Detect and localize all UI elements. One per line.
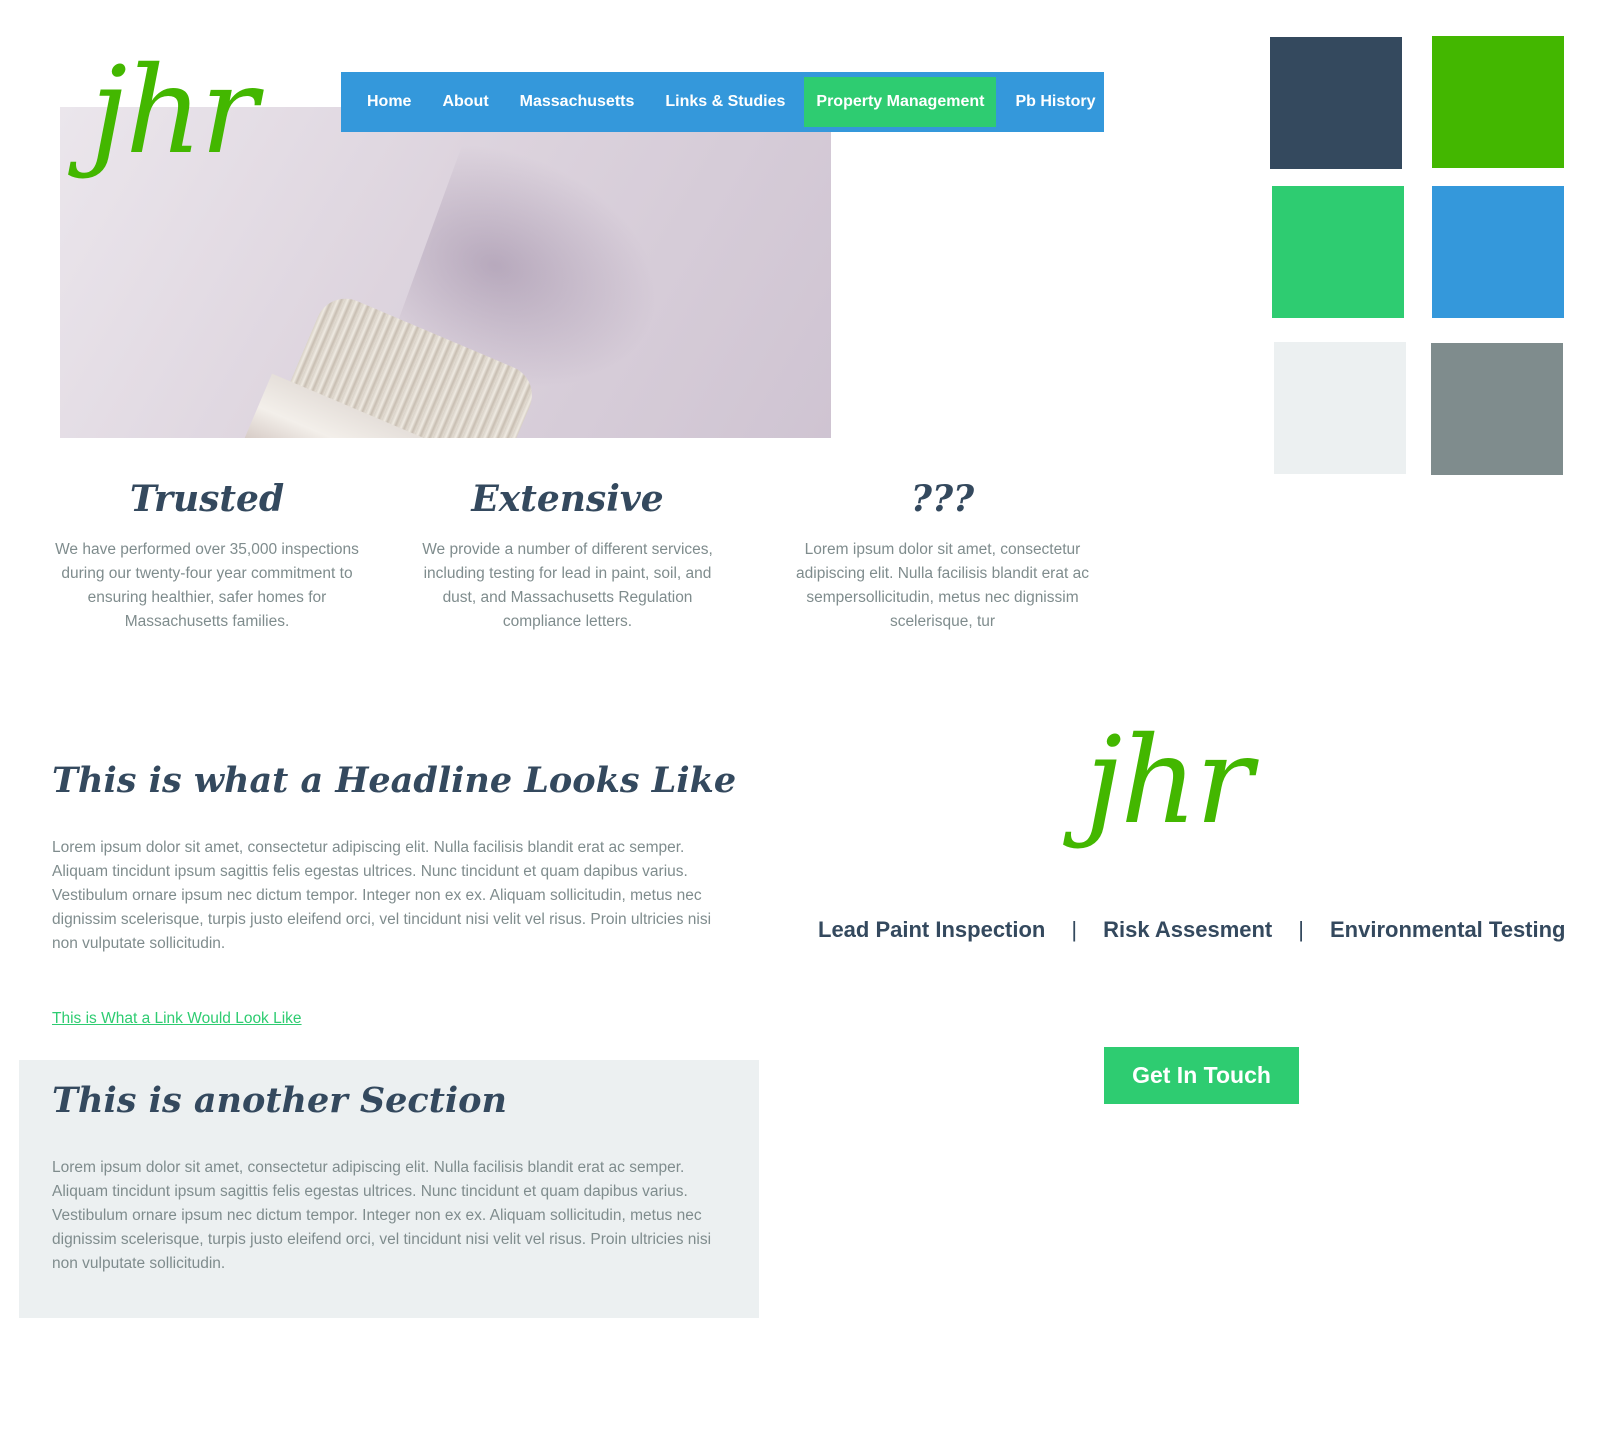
service-separator: |: [1298, 917, 1304, 942]
feature-title: Trusted: [129, 478, 285, 520]
nav-item-pb-history[interactable]: Pb History: [1003, 77, 1107, 127]
feature-extensive: Extensive We provide a number of differe…: [415, 478, 720, 634]
main-nav: Home About Massachusetts Links & Studies…: [341, 72, 1104, 132]
sample-link[interactable]: This is What a Link Would Look Like: [52, 1010, 302, 1028]
get-in-touch-button[interactable]: Get In Touch: [1104, 1047, 1299, 1104]
nav-item-home[interactable]: Home: [355, 77, 423, 127]
feature-text: We have performed over 35,000 inspection…: [55, 541, 359, 630]
section-paragraph: Lorem ipsum dolor sit amet, consectetur …: [52, 1159, 712, 1272]
nav-item-property-management[interactable]: Property Management: [804, 77, 997, 127]
nav-item-about[interactable]: About: [430, 77, 500, 127]
service-environmental-testing: Environmental Testing: [1329, 917, 1566, 942]
logo[interactable]: jhr: [90, 52, 258, 172]
headline: This is what a Headline Looks Like: [52, 760, 737, 801]
color-swatch-emerald: [1272, 186, 1404, 318]
service-lead-paint-inspection: Lead Paint Inspection: [818, 917, 1046, 942]
body-paragraph: Lorem ipsum dolor sit amet, consectetur …: [52, 839, 712, 952]
logo-large: jhr: [1085, 712, 1253, 851]
feature-unknown: ??? Lorem ipsum dolor sit amet, consecte…: [790, 478, 1095, 634]
nav-item-links-studies[interactable]: Links & Studies: [653, 77, 797, 127]
service-risk-assesment: Risk Assesment: [1103, 917, 1273, 942]
feature-trusted: Trusted We have performed over 35,000 in…: [42, 478, 372, 634]
section-headline: This is another Section: [52, 1080, 507, 1121]
services-line: Lead Paint Inspection | Risk Assesment |…: [818, 917, 1600, 943]
feature-title: ???: [910, 478, 975, 520]
color-swatch-bright-green: [1432, 36, 1564, 168]
gray-section: This is another Section Lorem ipsum dolo…: [19, 1060, 759, 1318]
feature-text: We provide a number of different service…: [422, 541, 713, 630]
nav-item-massachusetts[interactable]: Massachusetts: [508, 77, 647, 127]
feature-title: Extensive: [471, 478, 664, 520]
color-swatch-dark-blue: [1270, 37, 1402, 169]
service-separator: |: [1071, 917, 1078, 942]
color-swatch-blue: [1432, 186, 1564, 318]
color-swatch-light-gray: [1274, 342, 1406, 474]
feature-text: Lorem ipsum dolor sit amet, consectetur …: [796, 541, 1089, 630]
color-swatch-gray: [1431, 343, 1563, 475]
